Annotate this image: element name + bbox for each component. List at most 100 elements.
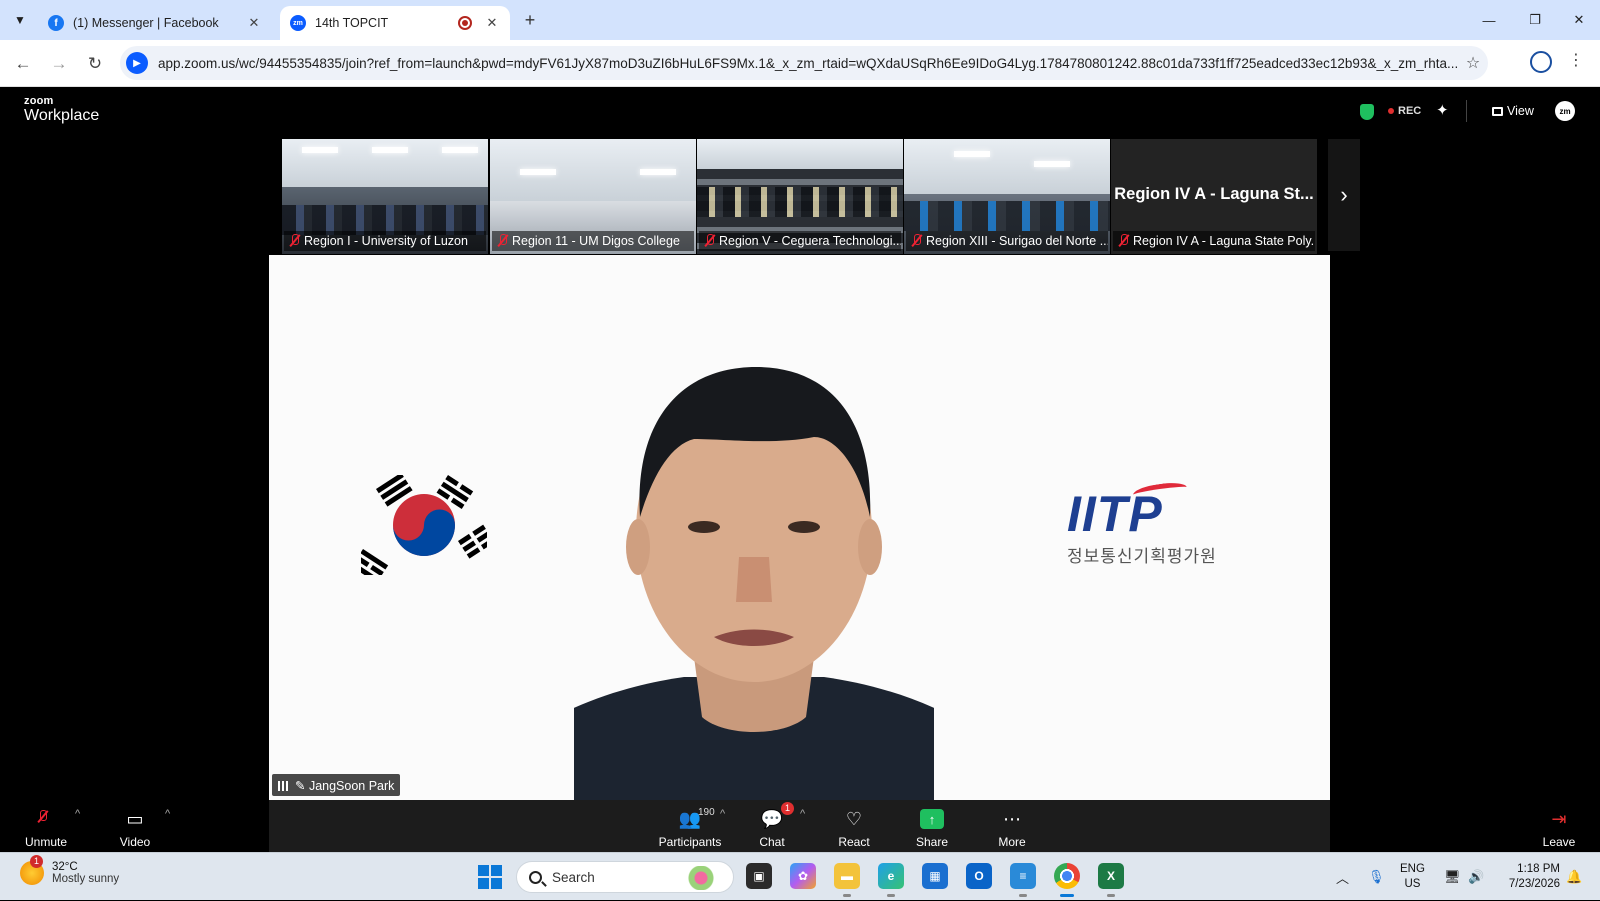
edge-icon[interactable]: e <box>878 863 904 897</box>
chrome-icon[interactable] <box>1054 863 1080 897</box>
more-label: More <box>998 835 1026 849</box>
profile-icon[interactable] <box>1530 51 1552 73</box>
recording-indicator-icon <box>458 16 472 30</box>
weather-widget[interactable]: 1 32°C Mostly sunny <box>20 855 120 885</box>
zoom-avatar[interactable]: zm <box>1555 101 1575 121</box>
url-text[interactable]: app.zoom.us/wc/94455354835/join?ref_from… <box>158 56 1458 71</box>
recording-status[interactable]: REC <box>1388 105 1421 117</box>
unmute-label: Unmute <box>24 835 68 849</box>
network-icon[interactable]: 🖥 <box>1444 853 1461 901</box>
notepad-icon[interactable]: ≡ <box>1010 863 1036 897</box>
bookmark-star-icon[interactable]: ☆ <box>1458 53 1488 73</box>
reload-button[interactable]: ↻ <box>82 51 108 77</box>
react-label: React <box>838 835 870 849</box>
video-options-chevron-icon[interactable]: ^ <box>165 808 170 820</box>
tab-search-chevron-icon[interactable]: ▼ <box>8 8 32 32</box>
show-hidden-icons-chevron-icon[interactable]: ︿ <box>1336 853 1349 901</box>
copilot-icon[interactable]: ✿ <box>790 863 816 889</box>
react-button[interactable]: ♡ React <box>834 806 874 850</box>
participant-thumbnail[interactable]: Region I - University of Luzon <box>282 139 488 254</box>
zoom-top-bar: zoom Workplace REC ✦ View zm <box>0 88 1600 134</box>
system-clock[interactable]: 1:18 PM 7/23/2026 <box>1498 862 1560 892</box>
back-button[interactable]: ← <box>10 51 36 77</box>
leave-door-icon: ⇥ <box>1551 808 1567 829</box>
input-language-indicator[interactable]: ENG US <box>1400 862 1425 892</box>
chat-label: Chat <box>759 835 785 849</box>
windows-start-icon[interactable] <box>478 865 502 889</box>
unmute-button[interactable]: Unmute <box>22 806 70 849</box>
clock-time: 1:18 PM <box>1517 863 1560 875</box>
tab-messenger[interactable]: f (1) Messenger | Facebook ✕ <box>38 6 272 40</box>
security-shield-icon[interactable] <box>1360 104 1374 120</box>
logo-big-text: Workplace <box>24 107 100 124</box>
more-dots-icon: ⋯ <box>1003 808 1021 829</box>
participant-thumbnail[interactable]: Region V - Ceguera Technologi... <box>697 139 903 254</box>
video-label: Video <box>119 835 151 849</box>
address-bar[interactable]: ▶ app.zoom.us/wc/94455354835/join?ref_fr… <box>120 46 1488 80</box>
minimize-button[interactable]: — <box>1466 0 1512 40</box>
browser-menu-icon[interactable]: ⋮ <box>1568 50 1584 70</box>
video-button[interactable]: ▭ Video <box>114 806 156 850</box>
search-highlight-image <box>685 866 725 890</box>
share-screen-icon: ↑ <box>912 806 952 832</box>
tab-title: (1) Messenger | Facebook <box>73 16 219 30</box>
site-info-icon[interactable]: ▶ <box>126 52 148 74</box>
windows-taskbar: 1 32°C Mostly sunny Search ▣ ✿ ▬ e ▦ O ≡… <box>0 852 1600 900</box>
video-camera-icon: ▭ <box>126 808 144 829</box>
divider <box>1466 100 1467 122</box>
share-button[interactable]: ↑ Share <box>912 806 952 849</box>
chat-options-chevron-icon[interactable]: ^ <box>800 808 805 820</box>
leave-button[interactable]: ⇥ Leave <box>1541 806 1577 850</box>
participant-thumbnail-no-video[interactable]: Region IV A - Laguna St... Region IV A -… <box>1111 139 1317 254</box>
search-icon <box>529 870 542 884</box>
view-label: View <box>1507 104 1534 118</box>
participant-display-name: Region IV A - Laguna St... <box>1114 185 1314 203</box>
participant-thumbnail[interactable]: Region XIII - Surigao del Norte ... <box>904 139 1110 254</box>
notifications-bell-icon[interactable]: 🔔 <box>1566 853 1582 901</box>
leave-label: Leave <box>1542 835 1576 849</box>
task-view-icon[interactable]: ▣ <box>746 863 772 889</box>
microsoft-store-icon[interactable]: ▦ <box>922 863 948 889</box>
next-page-chevron-icon[interactable]: › <box>1328 139 1360 251</box>
microphone-in-use-icon[interactable]: 🎙 <box>1368 853 1385 901</box>
weather-description: Mostly sunny <box>52 873 120 885</box>
thumbnail-name: Region I - University of Luzon <box>304 234 468 248</box>
speaker-name: JangSoon Park <box>308 779 395 793</box>
sun-icon: 1 <box>20 855 44 885</box>
speaker-person-image <box>574 367 934 800</box>
participants-label: Participants <box>658 835 722 849</box>
chat-button[interactable]: 💬 1 Chat <box>756 802 794 849</box>
forward-button[interactable]: → <box>46 51 72 77</box>
outlook-icon[interactable]: O <box>966 863 992 889</box>
excel-icon[interactable]: X <box>1098 863 1124 897</box>
participant-thumbnail[interactable]: Region 11 - UM Digos College <box>490 139 696 254</box>
ai-companion-icon[interactable]: ✦ <box>1436 101 1449 119</box>
chat-unread-badge: 1 <box>780 802 794 815</box>
volume-icon[interactable]: 🔊 <box>1468 853 1484 901</box>
thumbnail-name: Region V - Ceguera Technologi... <box>719 234 901 248</box>
more-button[interactable]: ⋯ More <box>994 806 1030 850</box>
tab-close-icon[interactable]: ✕ <box>484 15 500 31</box>
tab-close-icon[interactable]: ✕ <box>246 15 262 31</box>
active-speaker-video[interactable]: IITP 정보통신기획평가원 <box>269 255 1330 800</box>
participants-options-chevron-icon[interactable]: ^ <box>720 808 725 820</box>
muted-mic-icon <box>290 234 299 247</box>
view-button[interactable]: View <box>1492 104 1534 118</box>
signal-bars-icon <box>278 781 290 791</box>
restore-button[interactable]: ❐ <box>1512 0 1558 40</box>
file-explorer-icon[interactable]: ▬ <box>834 863 860 897</box>
taskbar-search[interactable]: Search <box>516 861 734 893</box>
audio-options-chevron-icon[interactable]: ^ <box>75 808 80 820</box>
facebook-icon: f <box>48 15 64 31</box>
weather-badge: 1 <box>30 855 44 868</box>
browser-toolbar: ← → ↻ ▶ app.zoom.us/wc/94455354835/join?… <box>0 40 1600 87</box>
korean-flag-image <box>361 475 487 575</box>
thumbnail-name: Region 11 - UM Digos College <box>512 234 680 248</box>
close-window-button[interactable]: ✕ <box>1556 0 1600 40</box>
language-code: ENG <box>1400 863 1425 875</box>
thumbnail-label: Region I - University of Luzon <box>284 231 486 251</box>
chat-bubble-icon: 💬 1 <box>756 802 794 832</box>
tab-topcit[interactable]: zm 14th TOPCIT ✕ <box>280 6 510 40</box>
new-tab-button[interactable]: + <box>518 8 542 32</box>
participants-button[interactable]: 👥 190 Participants <box>656 806 724 849</box>
